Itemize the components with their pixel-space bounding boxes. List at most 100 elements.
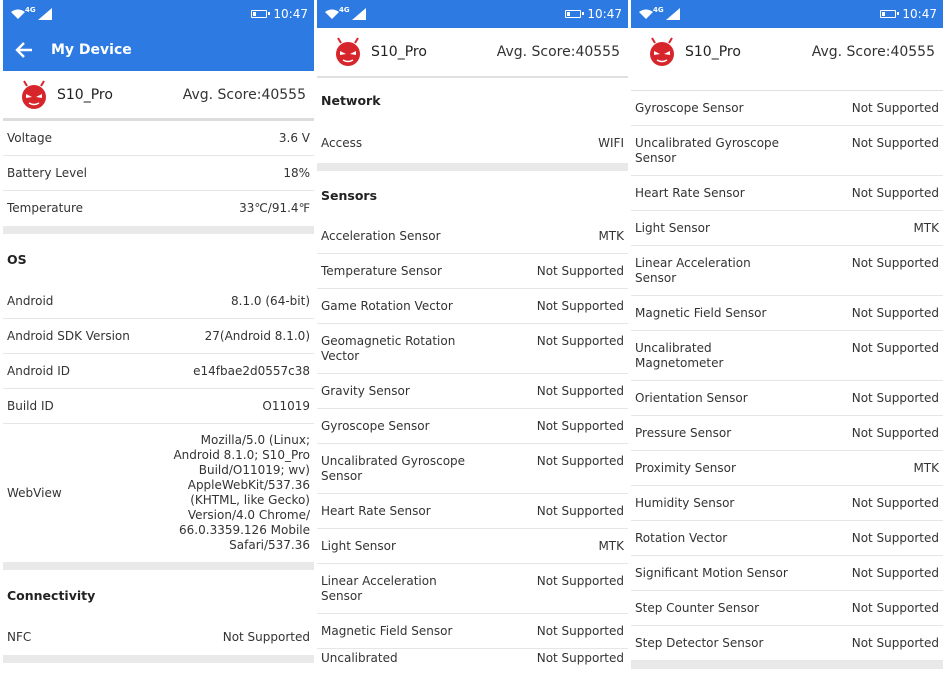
wifi-icon (11, 9, 25, 19)
list-item: NFC Not Supported (7, 630, 310, 644)
list-item: Rotation Vector Not Supported (631, 521, 943, 556)
network-type: 4G (653, 6, 664, 14)
battery-icon (880, 10, 900, 18)
battery-icon (251, 10, 271, 18)
list-item: Orientation Sensor Not Supported (631, 381, 943, 416)
list-item: Step Detector Sensor Not Supported (631, 626, 943, 661)
avg-score: Avg. Score:40555 (811, 44, 935, 60)
back-arrow-icon[interactable] (15, 41, 33, 58)
list-item: Step Counter Sensor Not Supported (631, 591, 943, 626)
list-item-label: Magnetic Field Sensor (635, 305, 767, 320)
list-item: Heart Rate Sensor Not Supported (317, 494, 628, 529)
section-title-connectivity: Connectivity (7, 587, 96, 603)
list-item-label: Gyroscope Sensor (635, 100, 744, 115)
list-item-value: MTK (598, 228, 624, 243)
list-item-value: Not Supported (851, 185, 939, 200)
device-header: S10_Pro Avg. Score:40555 (631, 28, 943, 76)
list-item-label: Light Sensor (635, 220, 710, 235)
panel-my-device: 4G 10:47 My Device S10_Pro Avg. Score:40… (3, 0, 314, 674)
list-item-value: Not Supported (536, 574, 624, 588)
list-item-label: Step Counter Sensor (635, 600, 760, 615)
list-item-label: Significant Motion Sensor (635, 565, 788, 580)
list-item-value: Not Supported (851, 495, 939, 510)
list-item-label: Temperature Sensor (321, 263, 442, 278)
list-item-value: Not Supported (851, 530, 939, 545)
list-item-label: Heart Rate Sensor (321, 503, 431, 518)
list-item-value: Not Supported (536, 623, 624, 638)
list-item-value: MTK (913, 220, 939, 235)
list-item-label: Uncalibrated Magnetometer (635, 341, 724, 370)
device-name: S10_Pro (57, 86, 113, 103)
list-item-value: Not Supported (851, 100, 939, 115)
network-type: 4G (25, 6, 36, 14)
device-name: S10_Pro (371, 44, 427, 60)
list-item-label: Game Rotation Vector (321, 298, 453, 313)
status-bar: 4G 10:47 (3, 0, 314, 28)
list-item-webview: WebView Mozilla/5.0 (Linux; Android 8.1.0… (7, 433, 310, 552)
app-bar: My Device (3, 28, 314, 71)
device-header: S10_Pro Avg. Score:40555 (3, 71, 314, 121)
list-item-label: Uncalibrated Gyroscope Sensor (635, 136, 780, 165)
list-item: Android ID e14fbae2d0557c38 (3, 354, 314, 389)
wifi-icon (325, 9, 339, 19)
list-item-value: Not Supported (851, 305, 939, 320)
panel-network-sensors: 4G 10:47 S10_Pro Avg. Score:40555 Networ… (317, 0, 628, 674)
list-item-label: Linear Acceleration Sensor (321, 574, 437, 603)
list-item-label: Light Sensor (321, 538, 396, 553)
sensor-list: Gyroscope Sensor Not Supported Uncalibrate… (631, 91, 943, 661)
list-item: Magnetic Field Sensor Not Supported (631, 296, 943, 331)
list-item-value: Not Supported (536, 298, 624, 313)
section-divider (3, 226, 314, 234)
cell-signal-icon (37, 8, 52, 20)
list-item-value: Not Supported (851, 635, 939, 650)
list-item-value: MTK (913, 460, 939, 475)
list-item: Heart Rate Sensor Not Supported (631, 176, 943, 211)
antutu-logo-icon (650, 37, 674, 66)
antutu-logo-icon (336, 37, 360, 66)
list-item-value: Not Supported (851, 565, 939, 580)
section-title-os: OS (7, 251, 27, 267)
list-item-value: Not Supported (536, 263, 624, 278)
list-item-label: Rotation Vector (635, 530, 728, 545)
list-item-label: Gyroscope Sensor (321, 418, 430, 433)
status-bar: 4G 10:47 (317, 0, 628, 28)
list-item-value: Not Supported (851, 425, 939, 440)
avg-score: Avg. Score:40555 (496, 44, 620, 60)
wifi-icon (639, 9, 653, 19)
list-item: Android SDK Version 27(Android 8.1.0) (3, 319, 314, 354)
list-item-label: Linear Acceleration Sensor (635, 256, 751, 285)
list-item-value: Not Supported (851, 256, 939, 270)
section-title-sensors: Sensors (321, 187, 378, 203)
list-item-label: Uncalibrated Gyroscope Sensor (321, 454, 466, 483)
list-item-value: Not Supported (536, 503, 624, 518)
list-item: Acceleration Sensor MTK (317, 219, 628, 254)
avg-score: Avg. Score:40555 (182, 86, 306, 103)
list-item-label: Proximity Sensor (635, 460, 736, 475)
list-item: Uncalibrated Magnetometer Not Supported (631, 331, 943, 381)
list-item: Gravity Sensor Not Supported (317, 374, 628, 409)
list-item-value: Not Supported (851, 600, 939, 615)
list-item-value: Not Supported (851, 136, 939, 150)
section-title-network: Network (321, 93, 381, 108)
list-item-value: Not Supported (536, 334, 624, 348)
list-item: Linear Acceleration Sensor Not Supported (631, 246, 943, 296)
clock: 10:47 (587, 7, 622, 21)
network-type: 4G (339, 6, 350, 14)
list-item: Voltage 3.6 V (3, 121, 314, 156)
list-item: Magnetic Field Sensor Not Supported (317, 614, 628, 649)
list-item-partial: Uncalibrated Not Supported (321, 651, 624, 665)
status-bar: 4G 10:47 (631, 0, 943, 28)
list-item: Linear Acceleration Sensor Not Supported (317, 564, 628, 614)
antutu-logo-icon (22, 79, 46, 109)
device-name: S10_Pro (685, 44, 741, 60)
list-item-label: Geomagnetic Rotation Vector (321, 334, 456, 363)
list-item-label: Gravity Sensor (321, 383, 410, 398)
list-item: Geomagnetic Rotation Vector Not Supported (317, 324, 628, 374)
os-section: Android 8.1.0 (64-bit) Android SDK Versio… (3, 284, 314, 562)
list-item: Gyroscope Sensor Not Supported (317, 409, 628, 444)
battery-icon (565, 10, 585, 18)
list-item-label: Pressure Sensor (635, 425, 732, 440)
panel-sensors-continued: 4G 10:47 S10_Pro Avg. Score:40555 Gyrosc… (631, 0, 943, 674)
list-item-value: MTK (598, 538, 624, 553)
list-item: Temperature Sensor Not Supported (317, 254, 628, 289)
